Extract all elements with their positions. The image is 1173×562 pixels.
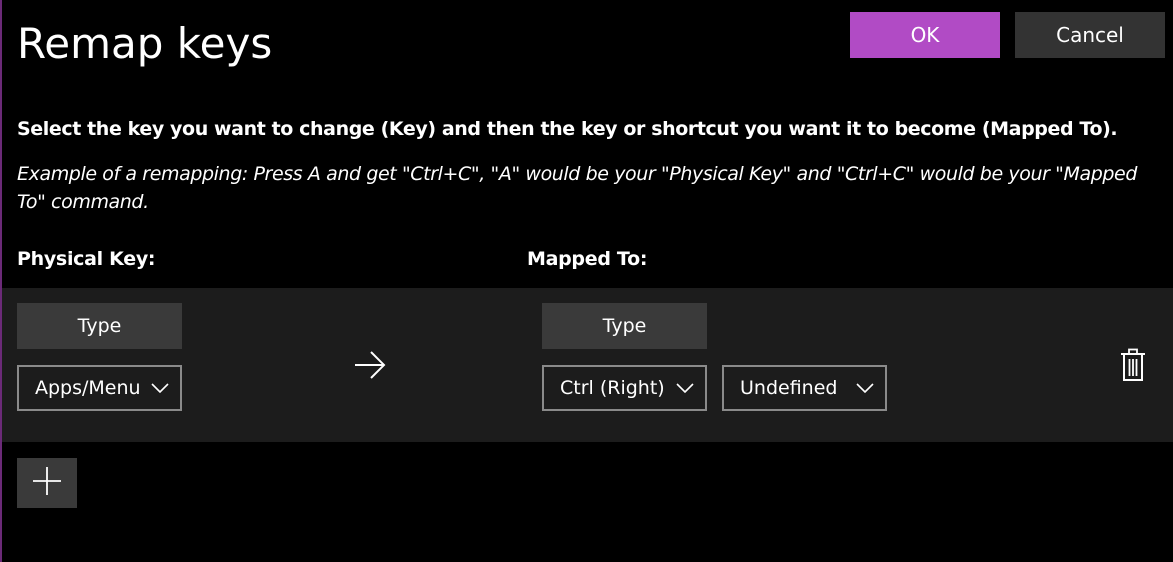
mapped-key-dropdown[interactable]: Undefined: [722, 365, 887, 411]
chevron-down-icon: [140, 367, 180, 409]
ok-button[interactable]: OK: [850, 12, 1000, 58]
mapped-modifier-value: Ctrl (Right): [560, 377, 665, 399]
remap-row: Type Apps/Menu Type Ctrl (Right) Undefin…: [2, 288, 1173, 442]
mapped-modifier-dropdown[interactable]: Ctrl (Right): [542, 365, 707, 411]
cancel-button[interactable]: Cancel: [1015, 12, 1165, 58]
example-text: Example of a remapping: Press A and get …: [17, 163, 1138, 213]
mapped-type-button[interactable]: Type: [542, 303, 707, 349]
trash-icon[interactable]: [1118, 348, 1148, 382]
physical-type-button[interactable]: Type: [17, 303, 182, 349]
arrow-right-icon: [352, 350, 388, 380]
window-accent-edge: [0, 0, 2, 562]
mapped-key-value: Undefined: [740, 377, 838, 399]
remap-keys-window: Remap keys OK Cancel Select the key you …: [0, 0, 1173, 562]
plus-icon: [31, 465, 63, 501]
physical-key-dropdown[interactable]: Apps/Menu: [17, 365, 182, 411]
instruction-text: Select the key you want to change (Key) …: [17, 118, 1118, 140]
mapped-to-header: Mapped To:: [527, 248, 648, 270]
page-title: Remap keys: [17, 19, 273, 68]
add-remap-button[interactable]: [17, 458, 77, 508]
physical-key-value: Apps/Menu: [35, 377, 140, 399]
chevron-down-icon: [845, 367, 885, 409]
physical-key-header: Physical Key:: [17, 248, 156, 270]
chevron-down-icon: [665, 367, 705, 409]
